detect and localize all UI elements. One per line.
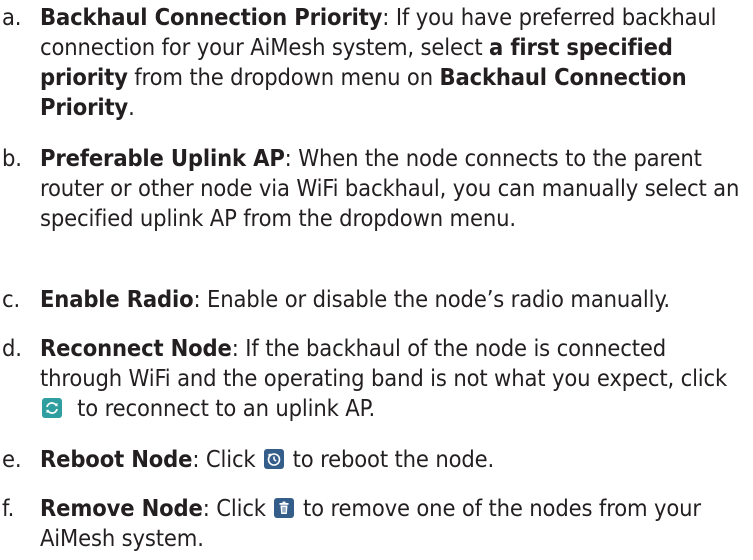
separator: : <box>202 494 217 522</box>
reconnect-icon <box>42 398 62 418</box>
reboot-icon <box>264 449 285 469</box>
list-marker: b. <box>2 144 22 172</box>
separator: : <box>382 3 396 31</box>
list-marker: d. <box>2 334 22 362</box>
list-marker: e. <box>2 445 22 473</box>
list-marker: a. <box>2 3 22 31</box>
list-item-reconnect-node: d. Reconnect Node: If the backhaul of th… <box>2 333 753 423</box>
description: . <box>128 93 135 121</box>
separator: : <box>193 285 208 313</box>
term: Remove Node <box>40 494 203 522</box>
separator: : <box>231 334 246 362</box>
term: Reconnect Node <box>40 334 232 362</box>
list-marker: c. <box>2 285 21 313</box>
term: Enable Radio <box>40 285 194 313</box>
description: from the dropdown menu on <box>127 63 440 91</box>
list-marker: f. <box>2 494 15 522</box>
trash-icon <box>274 498 295 518</box>
term: Backhaul Connection Priority <box>40 3 383 31</box>
description: to reboot the node. <box>286 445 495 473</box>
description: Click <box>216 494 273 522</box>
list-item-enable-radio: c. Enable Radio: Enable or disable the n… <box>2 284 753 314</box>
separator: : <box>192 445 206 473</box>
term: Reboot Node <box>40 445 193 473</box>
description: Click <box>205 445 263 473</box>
list-item-preferable-uplink: b. Preferable Uplink AP: When the node c… <box>2 143 753 233</box>
list-item-reboot-node: e. Reboot Node: Click to reboot the node… <box>2 444 753 474</box>
list-item-text: Reconnect Node: If the backhaul of the n… <box>40 333 753 423</box>
description: Enable or disable the node’s radio manua… <box>207 285 670 313</box>
list-item-text: Enable Radio: Enable or disable the node… <box>40 284 753 314</box>
list-item-text: Remove Node: Click to remove one of the … <box>40 493 753 553</box>
separator: : <box>284 144 299 172</box>
list-item-backhaul-priority: a. Backhaul Connection Priority: If you … <box>2 2 753 122</box>
instruction-list: a. Backhaul Connection Priority: If you … <box>0 0 753 560</box>
list-item-text: Backhaul Connection Priority: If you hav… <box>40 2 753 122</box>
list-item-remove-node: f. Remove Node: Click to remove one of t… <box>2 493 753 553</box>
list-item-text: Reboot Node: Click to reboot the node. <box>40 444 753 474</box>
term: Preferable Uplink AP <box>40 144 285 172</box>
description: to reconnect to an uplink AP. <box>64 394 376 422</box>
list-item-text: Preferable Uplink AP: When the node conn… <box>40 143 753 233</box>
